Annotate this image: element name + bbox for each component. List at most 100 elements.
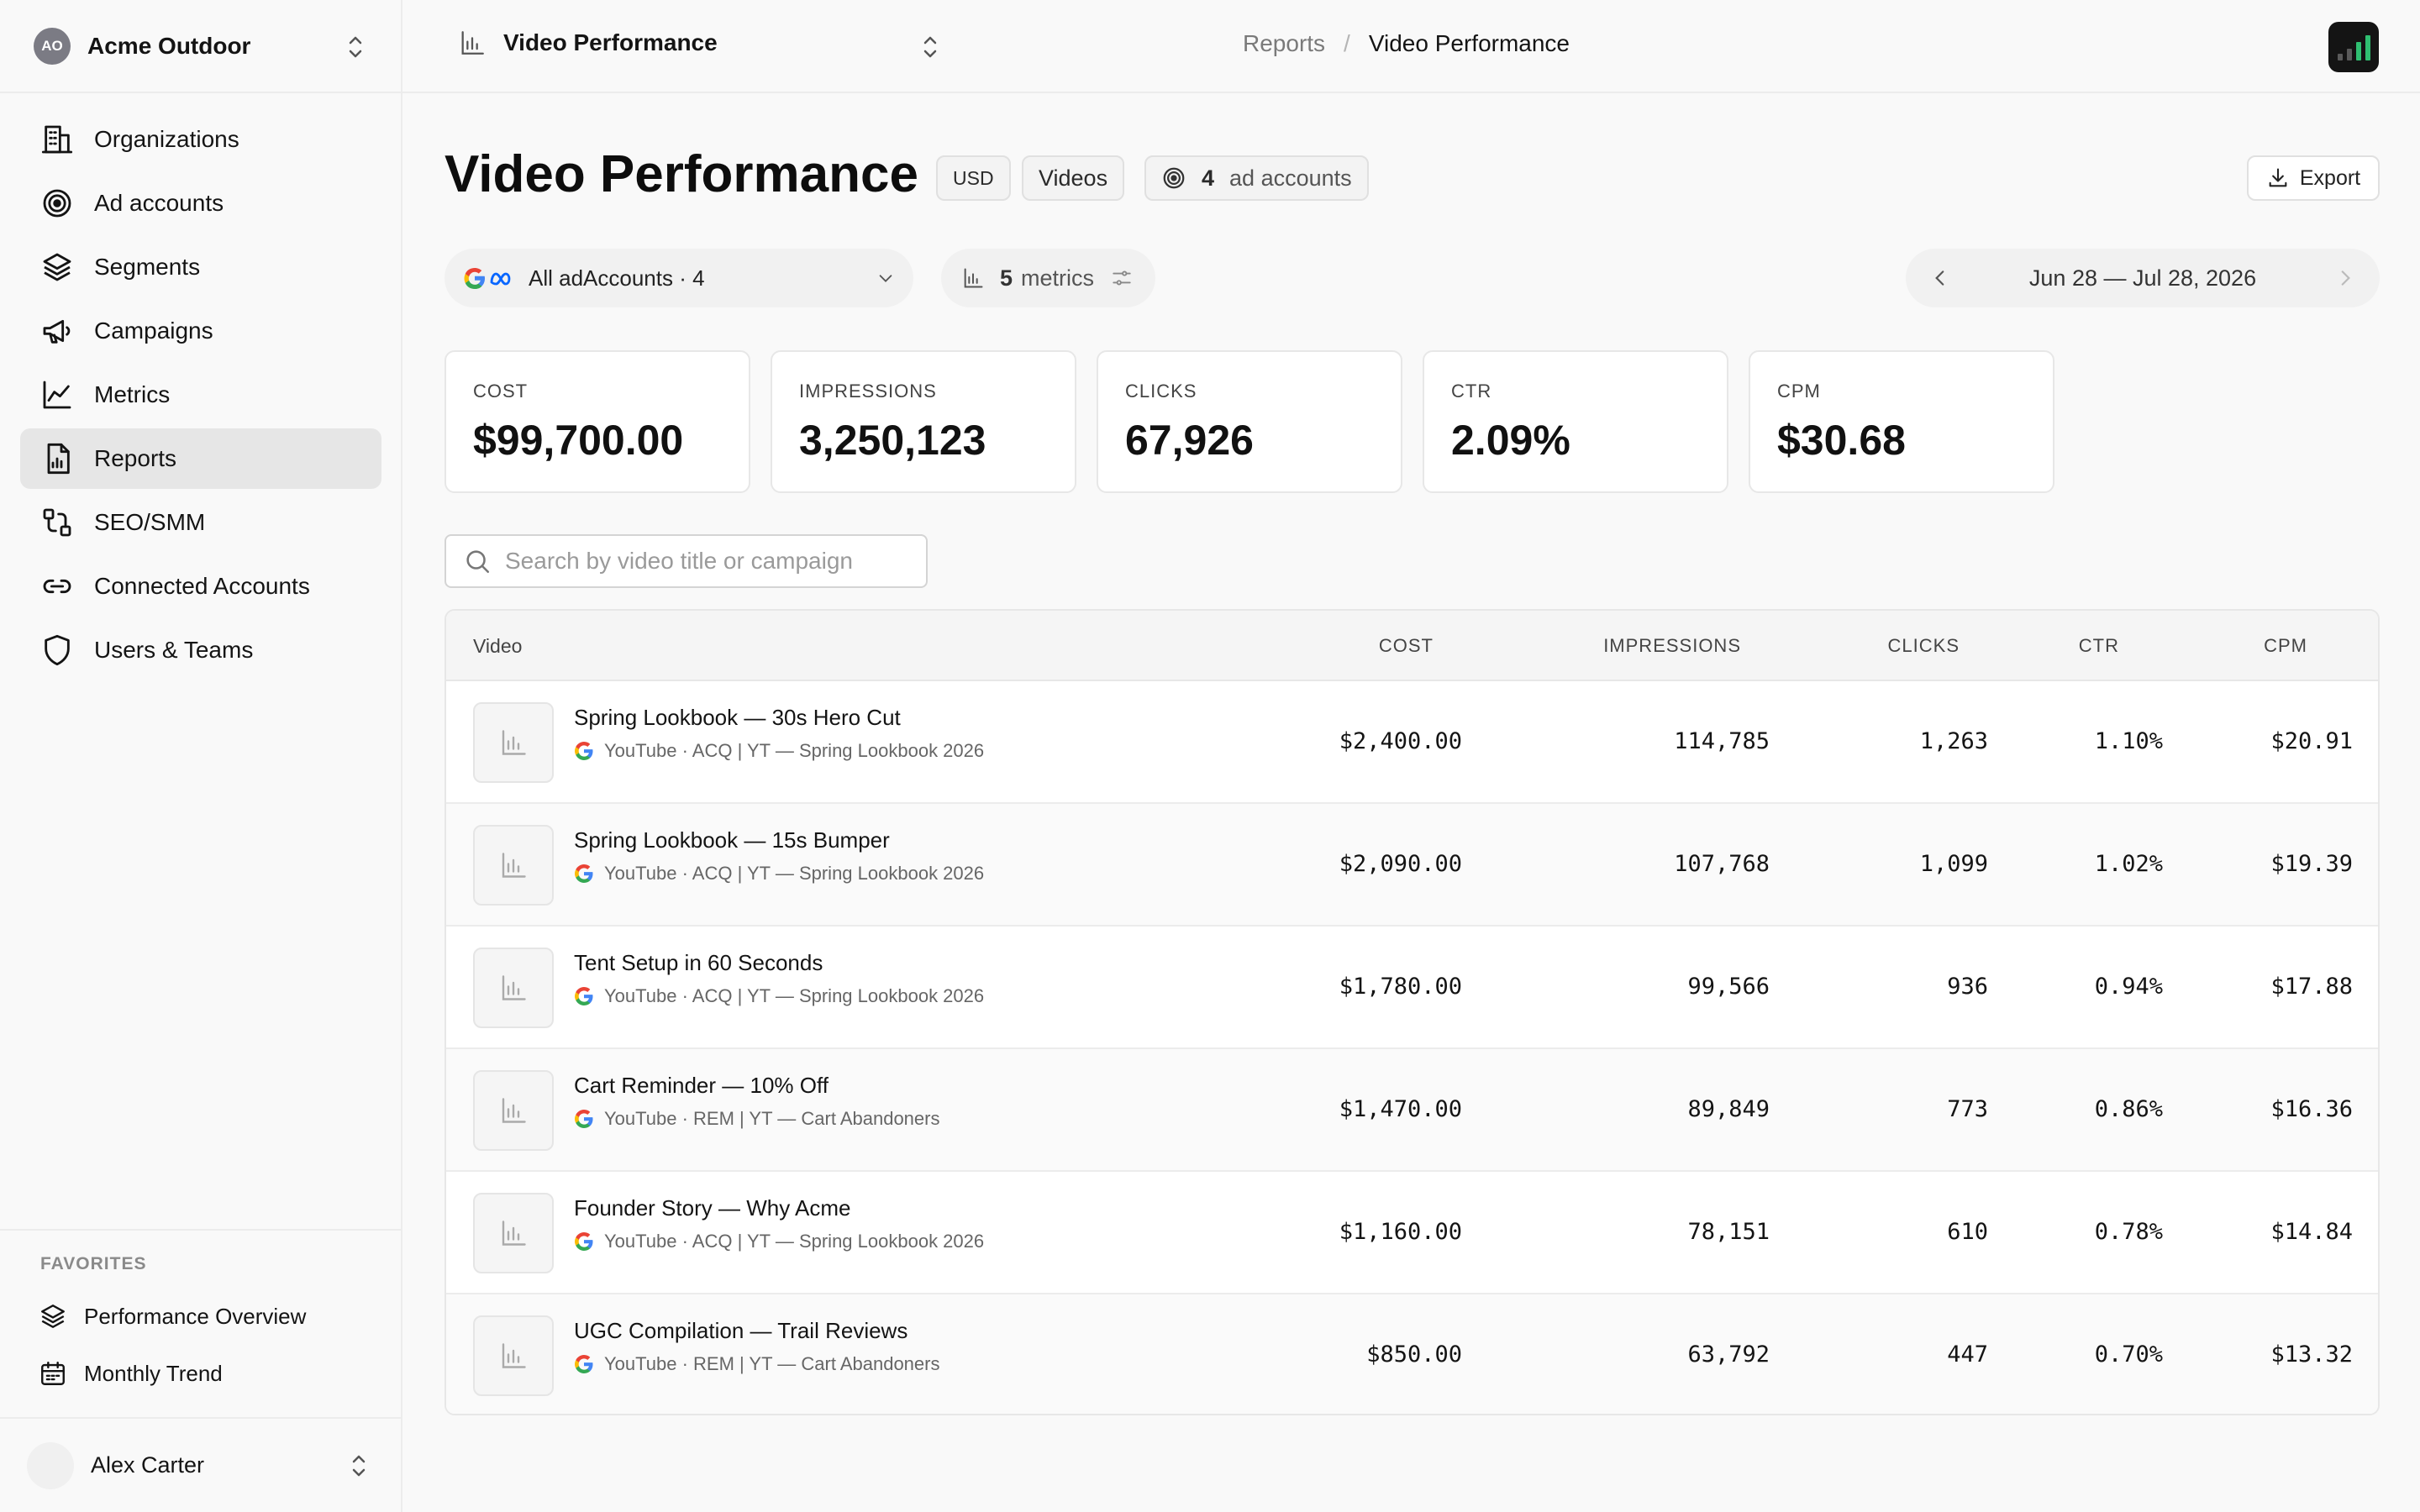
kpi-card-ctr: CTR 2.09% [1423, 350, 1728, 493]
cell-impressions: 107,768 [1674, 851, 1770, 877]
date-range-picker[interactable]: Jun 28 — Jul 28, 2026 [1906, 249, 2380, 307]
column-header-impressions[interactable]: IMPRESSIONS [1603, 635, 1741, 657]
org-switcher[interactable]: AO Acme Outdoor [0, 0, 401, 93]
org-avatar: AO [34, 27, 71, 65]
cell-clicks: 773 [1947, 1096, 1988, 1122]
cell-impressions: 99,566 [1687, 974, 1770, 1000]
google-icon [575, 987, 593, 1005]
link-icon [43, 579, 71, 594]
app-logo-icon[interactable] [2328, 22, 2379, 72]
layers-icon [43, 253, 71, 281]
breadcrumb-reports[interactable]: Reports [1243, 30, 1325, 57]
table-row[interactable]: Founder Story — Why Acme YouTube · ACQ |… [446, 1172, 2378, 1294]
kpi-value: $30.68 [1777, 417, 1906, 464]
date-range-label: Jun 28 — Jul 28, 2026 [2028, 265, 2257, 291]
cell-cpm: $19.39 [2270, 851, 2353, 877]
cell-ctr: 1.10% [2094, 728, 2163, 754]
page-title: Video Performance [445, 145, 918, 203]
cell-clicks: 447 [1947, 1341, 1988, 1368]
video-campaign: YouTube · ACQ | YT — Spring Lookbook 202… [574, 1231, 984, 1252]
megaphone-icon [43, 319, 71, 344]
favorite-monthly-trend[interactable]: Monthly Trend [0, 1345, 401, 1402]
video-campaign: YouTube · REM | YT — Cart Abandoners [574, 1108, 939, 1130]
search-field[interactable] [445, 534, 928, 588]
search-icon [466, 550, 490, 574]
table-row[interactable]: UGC Compilation — Trail Reviews YouTube … [446, 1294, 2378, 1414]
kpi-label: COST [473, 381, 529, 402]
nav-item-ad-accounts[interactable]: Ad accounts [20, 173, 381, 234]
top-bar: Video Performance Reports / Video Perfor… [402, 0, 2420, 93]
metrics-filter[interactable]: 5 metrics [941, 249, 1155, 307]
column-header-video[interactable]: Video [473, 635, 522, 658]
favorite-label: Performance Overview [84, 1303, 307, 1329]
column-header-ctr[interactable]: CTR [2079, 635, 2119, 657]
nav-label: Segments [94, 254, 201, 280]
target-icon [1163, 167, 1185, 189]
nav-item-campaigns[interactable]: Campaigns [20, 301, 381, 361]
cell-cost: $2,400.00 [1339, 728, 1462, 754]
table-row[interactable]: Cart Reminder — 10% Off YouTube · REM | … [446, 1049, 2378, 1172]
video-campaign-label: YouTube · REM | YT — Cart Abandoners [604, 1108, 940, 1129]
kpi-value: 2.09% [1451, 417, 1570, 464]
nav-label: SEO/SMM [94, 509, 206, 535]
cell-ctr: 1.02% [2094, 851, 2163, 877]
video-title: Spring Lookbook — 15s Bumper [574, 827, 890, 853]
user-menu[interactable]: Alex Carter [0, 1417, 401, 1512]
column-header-clicks[interactable]: CLICKS [1888, 635, 1960, 657]
export-button[interactable]: Export [2247, 155, 2380, 201]
cell-cost: $1,160.00 [1339, 1219, 1462, 1245]
nav-item-connected-accounts[interactable]: Connected Accounts [20, 556, 381, 617]
ad-accounts-count: 4 [1202, 165, 1215, 191]
chevron-left-icon[interactable] [1929, 267, 1951, 289]
cell-ctr: 0.94% [2094, 974, 2163, 1000]
ad-accounts-filter[interactable]: All adAccounts · 4 [445, 249, 913, 307]
breadcrumb: Reports / Video Performance [1243, 30, 1570, 57]
kpi-card-cost: COST $99,700.00 [445, 350, 750, 493]
table-row[interactable]: Tent Setup in 60 Seconds YouTube · ACQ |… [446, 927, 2378, 1049]
sidebar: AO Acme Outdoor Organizations Ad account… [0, 0, 402, 1512]
cell-cost: $850.00 [1366, 1341, 1462, 1368]
chevron-down-icon [879, 275, 892, 282]
nav-item-reports[interactable]: Reports [20, 428, 381, 489]
bar-chart-icon [502, 975, 526, 1000]
bar-chart-icon [502, 1343, 526, 1368]
nav-item-organizations[interactable]: Organizations [20, 109, 381, 170]
favorite-label: Monthly Trend [84, 1360, 223, 1386]
kpi-label: CLICKS [1125, 381, 1197, 402]
nav-item-seo-smm[interactable]: SEO/SMM [20, 492, 381, 553]
nav-label: Reports [94, 445, 177, 471]
ad-accounts-badge[interactable]: 4 ad accounts [1144, 155, 1369, 201]
cell-ctr: 0.70% [2094, 1341, 2163, 1368]
cell-cost: $2,090.00 [1339, 851, 1462, 877]
nav-item-metrics[interactable]: Metrics [20, 365, 381, 425]
google-icon [575, 1110, 593, 1128]
search-input[interactable] [505, 548, 908, 575]
logo-bar [2365, 35, 2370, 60]
bar-chart-icon [461, 31, 484, 55]
calendar-icon [41, 1362, 65, 1385]
chevron-up-down-icon [923, 36, 937, 58]
table-row[interactable]: Spring Lookbook — 30s Hero Cut YouTube ·… [446, 681, 2378, 804]
cell-impressions: 63,792 [1687, 1341, 1770, 1368]
nav-label: Ad accounts [94, 190, 224, 216]
kpi-card-clicks: CLICKS 67,926 [1097, 350, 1402, 493]
kpi-label: IMPRESSIONS [799, 381, 937, 402]
video-title: Cart Reminder — 10% Off [574, 1073, 829, 1098]
nav-item-segments[interactable]: Segments [20, 237, 381, 297]
breadcrumb-current: Video Performance [1368, 30, 1570, 56]
video-campaign: YouTube · ACQ | YT — Spring Lookbook 202… [574, 863, 984, 885]
user-name: Alex Carter [91, 1452, 205, 1478]
cell-ctr: 0.78% [2094, 1219, 2163, 1245]
cell-cpm: $17.88 [2270, 974, 2353, 1000]
avatar [27, 1441, 74, 1489]
cell-clicks: 610 [1947, 1219, 1988, 1245]
chevron-right-icon[interactable] [2334, 267, 2356, 289]
column-header-cpm[interactable]: CPM [2264, 635, 2307, 657]
column-header-cost[interactable]: COST [1379, 635, 1434, 657]
cell-cpm: $14.84 [2270, 1219, 2353, 1245]
favorite-performance-overview[interactable]: Performance Overview [0, 1288, 401, 1345]
report-switcher[interactable]: Video Performance [458, 29, 937, 58]
nav-item-users-teams[interactable]: Users & Teams [20, 620, 381, 680]
table-row[interactable]: Spring Lookbook — 15s Bumper YouTube · A… [446, 804, 2378, 927]
kpi-card-impressions: IMPRESSIONS 3,250,123 [771, 350, 1076, 493]
